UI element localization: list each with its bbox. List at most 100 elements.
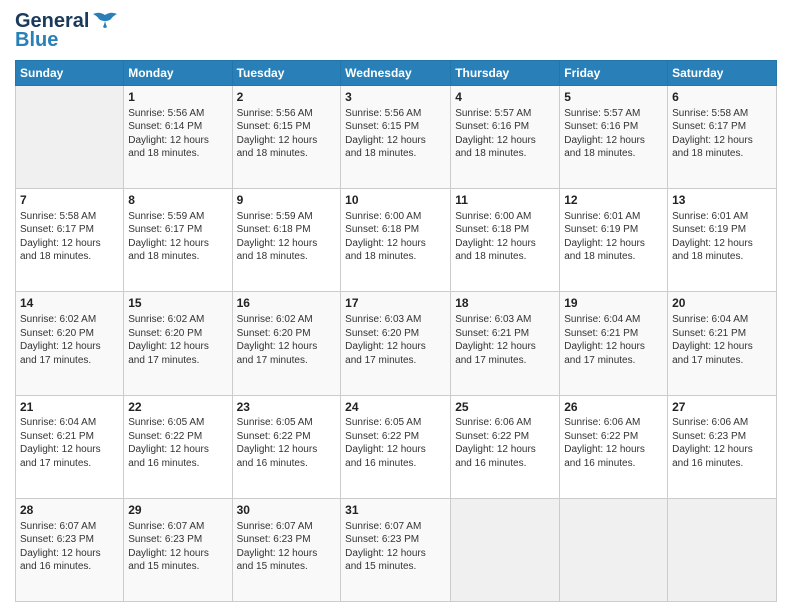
day-number: 25	[455, 399, 555, 416]
calendar-header-row: Sunday Monday Tuesday Wednesday Thursday…	[16, 61, 777, 86]
col-tuesday: Tuesday	[232, 61, 341, 86]
table-row: 22Sunrise: 6:05 AM Sunset: 6:22 PM Dayli…	[124, 395, 232, 498]
table-row: 1Sunrise: 5:56 AM Sunset: 6:14 PM Daylig…	[124, 86, 232, 189]
table-row	[560, 498, 668, 601]
logo: General Blue	[15, 10, 119, 52]
day-info: Sunrise: 5:58 AM Sunset: 6:17 PM Dayligh…	[672, 107, 772, 161]
calendar-week-row: 7Sunrise: 5:58 AM Sunset: 6:17 PM Daylig…	[16, 189, 777, 292]
day-number: 2	[237, 89, 337, 106]
table-row: 4Sunrise: 5:57 AM Sunset: 6:16 PM Daylig…	[451, 86, 560, 189]
table-row: 25Sunrise: 6:06 AM Sunset: 6:22 PM Dayli…	[451, 395, 560, 498]
table-row: 26Sunrise: 6:06 AM Sunset: 6:22 PM Dayli…	[560, 395, 668, 498]
table-row: 12Sunrise: 6:01 AM Sunset: 6:19 PM Dayli…	[560, 189, 668, 292]
day-number: 12	[564, 192, 663, 209]
col-thursday: Thursday	[451, 61, 560, 86]
table-row: 27Sunrise: 6:06 AM Sunset: 6:23 PM Dayli…	[668, 395, 777, 498]
calendar-week-row: 28Sunrise: 6:07 AM Sunset: 6:23 PM Dayli…	[16, 498, 777, 601]
day-info: Sunrise: 6:02 AM Sunset: 6:20 PM Dayligh…	[20, 313, 119, 367]
day-info: Sunrise: 6:07 AM Sunset: 6:23 PM Dayligh…	[128, 520, 227, 574]
table-row: 14Sunrise: 6:02 AM Sunset: 6:20 PM Dayli…	[16, 292, 124, 395]
table-row: 9Sunrise: 5:59 AM Sunset: 6:18 PM Daylig…	[232, 189, 341, 292]
day-info: Sunrise: 5:57 AM Sunset: 6:16 PM Dayligh…	[455, 107, 555, 161]
day-info: Sunrise: 6:03 AM Sunset: 6:20 PM Dayligh…	[345, 313, 446, 367]
calendar-week-row: 14Sunrise: 6:02 AM Sunset: 6:20 PM Dayli…	[16, 292, 777, 395]
day-number: 1	[128, 89, 227, 106]
day-number: 16	[237, 295, 337, 312]
day-info: Sunrise: 6:01 AM Sunset: 6:19 PM Dayligh…	[564, 210, 663, 264]
table-row: 13Sunrise: 6:01 AM Sunset: 6:19 PM Dayli…	[668, 189, 777, 292]
table-row: 5Sunrise: 5:57 AM Sunset: 6:16 PM Daylig…	[560, 86, 668, 189]
calendar-week-row: 21Sunrise: 6:04 AM Sunset: 6:21 PM Dayli…	[16, 395, 777, 498]
day-info: Sunrise: 5:56 AM Sunset: 6:15 PM Dayligh…	[237, 107, 337, 161]
col-saturday: Saturday	[668, 61, 777, 86]
day-number: 17	[345, 295, 446, 312]
day-info: Sunrise: 6:07 AM Sunset: 6:23 PM Dayligh…	[20, 520, 119, 574]
day-info: Sunrise: 6:05 AM Sunset: 6:22 PM Dayligh…	[128, 416, 227, 470]
day-info: Sunrise: 6:04 AM Sunset: 6:21 PM Dayligh…	[564, 313, 663, 367]
table-row: 31Sunrise: 6:07 AM Sunset: 6:23 PM Dayli…	[341, 498, 451, 601]
day-info: Sunrise: 6:07 AM Sunset: 6:23 PM Dayligh…	[237, 520, 337, 574]
table-row: 29Sunrise: 6:07 AM Sunset: 6:23 PM Dayli…	[124, 498, 232, 601]
day-info: Sunrise: 6:07 AM Sunset: 6:23 PM Dayligh…	[345, 520, 446, 574]
table-row: 18Sunrise: 6:03 AM Sunset: 6:21 PM Dayli…	[451, 292, 560, 395]
day-info: Sunrise: 6:06 AM Sunset: 6:22 PM Dayligh…	[564, 416, 663, 470]
table-row: 24Sunrise: 6:05 AM Sunset: 6:22 PM Dayli…	[341, 395, 451, 498]
calendar-table: Sunday Monday Tuesday Wednesday Thursday…	[15, 60, 777, 602]
day-info: Sunrise: 6:04 AM Sunset: 6:21 PM Dayligh…	[672, 313, 772, 367]
day-info: Sunrise: 6:05 AM Sunset: 6:22 PM Dayligh…	[345, 416, 446, 470]
table-row	[668, 498, 777, 601]
day-info: Sunrise: 6:04 AM Sunset: 6:21 PM Dayligh…	[20, 416, 119, 470]
day-number: 19	[564, 295, 663, 312]
day-info: Sunrise: 5:59 AM Sunset: 6:18 PM Dayligh…	[237, 210, 337, 264]
day-number: 15	[128, 295, 227, 312]
day-number: 27	[672, 399, 772, 416]
day-number: 26	[564, 399, 663, 416]
day-number: 28	[20, 502, 119, 519]
table-row: 10Sunrise: 6:00 AM Sunset: 6:18 PM Dayli…	[341, 189, 451, 292]
day-number: 5	[564, 89, 663, 106]
page: General Blue Sunday Monday Tuesday	[0, 0, 792, 612]
day-number: 4	[455, 89, 555, 106]
day-number: 30	[237, 502, 337, 519]
table-row: 17Sunrise: 6:03 AM Sunset: 6:20 PM Dayli…	[341, 292, 451, 395]
col-wednesday: Wednesday	[341, 61, 451, 86]
day-info: Sunrise: 6:02 AM Sunset: 6:20 PM Dayligh…	[128, 313, 227, 367]
day-number: 29	[128, 502, 227, 519]
table-row: 11Sunrise: 6:00 AM Sunset: 6:18 PM Dayli…	[451, 189, 560, 292]
day-info: Sunrise: 5:58 AM Sunset: 6:17 PM Dayligh…	[20, 210, 119, 264]
day-info: Sunrise: 5:57 AM Sunset: 6:16 PM Dayligh…	[564, 107, 663, 161]
day-number: 24	[345, 399, 446, 416]
table-row: 8Sunrise: 5:59 AM Sunset: 6:17 PM Daylig…	[124, 189, 232, 292]
day-number: 21	[20, 399, 119, 416]
day-number: 3	[345, 89, 446, 106]
day-number: 6	[672, 89, 772, 106]
table-row: 28Sunrise: 6:07 AM Sunset: 6:23 PM Dayli…	[16, 498, 124, 601]
day-info: Sunrise: 6:06 AM Sunset: 6:23 PM Dayligh…	[672, 416, 772, 470]
day-number: 13	[672, 192, 772, 209]
table-row: 2Sunrise: 5:56 AM Sunset: 6:15 PM Daylig…	[232, 86, 341, 189]
col-friday: Friday	[560, 61, 668, 86]
calendar-week-row: 1Sunrise: 5:56 AM Sunset: 6:14 PM Daylig…	[16, 86, 777, 189]
day-info: Sunrise: 5:56 AM Sunset: 6:15 PM Dayligh…	[345, 107, 446, 161]
table-row: 19Sunrise: 6:04 AM Sunset: 6:21 PM Dayli…	[560, 292, 668, 395]
table-row: 15Sunrise: 6:02 AM Sunset: 6:20 PM Dayli…	[124, 292, 232, 395]
table-row: 23Sunrise: 6:05 AM Sunset: 6:22 PM Dayli…	[232, 395, 341, 498]
day-number: 31	[345, 502, 446, 519]
col-sunday: Sunday	[16, 61, 124, 86]
day-info: Sunrise: 6:05 AM Sunset: 6:22 PM Dayligh…	[237, 416, 337, 470]
day-number: 22	[128, 399, 227, 416]
table-row: 30Sunrise: 6:07 AM Sunset: 6:23 PM Dayli…	[232, 498, 341, 601]
day-number: 9	[237, 192, 337, 209]
day-info: Sunrise: 6:02 AM Sunset: 6:20 PM Dayligh…	[237, 313, 337, 367]
day-info: Sunrise: 5:56 AM Sunset: 6:14 PM Dayligh…	[128, 107, 227, 161]
day-info: Sunrise: 6:06 AM Sunset: 6:22 PM Dayligh…	[455, 416, 555, 470]
day-info: Sunrise: 6:03 AM Sunset: 6:21 PM Dayligh…	[455, 313, 555, 367]
day-number: 14	[20, 295, 119, 312]
day-number: 23	[237, 399, 337, 416]
day-info: Sunrise: 6:00 AM Sunset: 6:18 PM Dayligh…	[455, 210, 555, 264]
day-number: 18	[455, 295, 555, 312]
day-number: 11	[455, 192, 555, 209]
table-row: 6Sunrise: 5:58 AM Sunset: 6:17 PM Daylig…	[668, 86, 777, 189]
table-row: 20Sunrise: 6:04 AM Sunset: 6:21 PM Dayli…	[668, 292, 777, 395]
table-row: 16Sunrise: 6:02 AM Sunset: 6:20 PM Dayli…	[232, 292, 341, 395]
